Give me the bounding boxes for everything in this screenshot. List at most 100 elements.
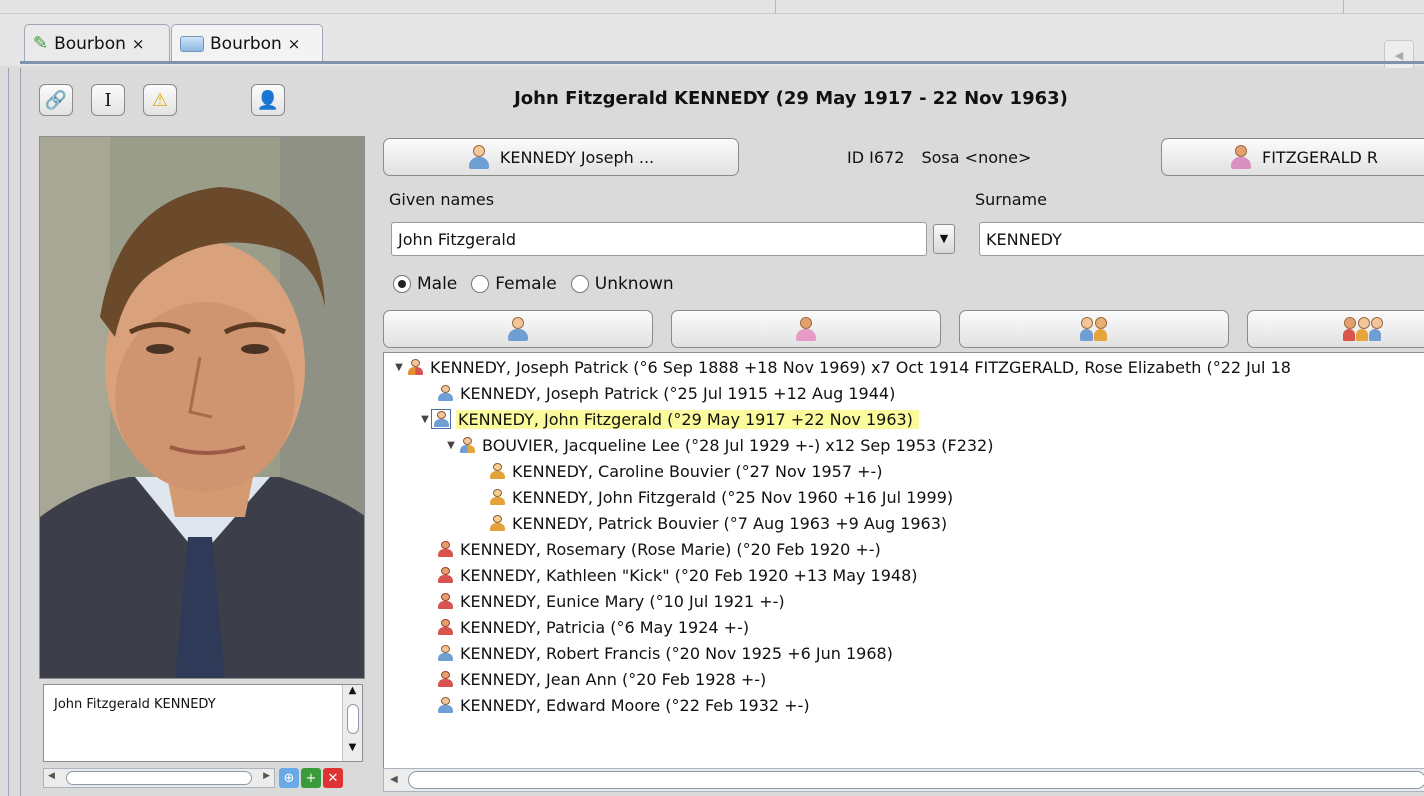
tab-scroll-left-button[interactable]: ◀	[1384, 40, 1414, 70]
tree-node-label: KENNEDY, Joseph Patrick (°25 Jul 1915 +1…	[460, 383, 896, 403]
scroll-thumb[interactable]	[408, 771, 1424, 789]
tree-node[interactable]: KENNEDY, John Fitzgerald (°25 Nov 1960 +…	[488, 485, 953, 509]
unknown-radio-label: Unknown	[594, 274, 674, 294]
tree-node[interactable]: KENNEDY, Patrick Bouvier (°7 Aug 1963 +9…	[488, 511, 947, 535]
cursor-button[interactable]: I	[91, 84, 125, 116]
collapse-toggle-icon[interactable]: ▼	[418, 414, 432, 425]
tab-strip: ✎ Bourbon × Bourbon × ◀	[0, 14, 1424, 70]
tree-node-selected[interactable]: ▼ KENNEDY, John Fitzgerald (°29 May 1917 …	[418, 407, 919, 431]
tree-node[interactable]: KENNEDY, Patricia (°6 May 1924 +-)	[436, 615, 749, 639]
tree-node[interactable]: KENNEDY, Robert Francis (°20 Nov 1925 +6…	[436, 641, 893, 665]
add-person-icon: 👤	[256, 89, 280, 111]
female-icon	[1230, 144, 1252, 170]
tree-node-label: KENNEDY, Eunice Mary (°10 Jul 1921 +-)	[460, 591, 785, 611]
female-radio-label: Female	[495, 274, 557, 294]
father-button-label: KENNEDY Joseph ...	[499, 147, 655, 167]
window-icon	[180, 35, 204, 52]
tree-node-label: KENNEDY, Robert Francis (°20 Nov 1925 +6…	[460, 643, 893, 663]
add-father-button[interactable]	[383, 310, 653, 348]
male-icon	[507, 316, 529, 342]
add-person-button[interactable]: 👤	[251, 84, 285, 116]
male-icon	[436, 384, 454, 402]
chevron-down-icon: ▼	[939, 232, 949, 245]
portrait-image	[40, 137, 364, 678]
father-button[interactable]: KENNEDY Joseph ...	[383, 138, 739, 176]
collapse-toggle-icon[interactable]: ▼	[444, 440, 458, 451]
tab-bourbon-window[interactable]: Bourbon ×	[171, 24, 323, 62]
family-tree: ▼ KENNEDY, Joseph Patrick (°6 Sep 1888 +1…	[383, 352, 1424, 792]
tree-node[interactable]: KENNEDY, Kathleen "Kick" (°20 Feb 1920 +…	[436, 563, 918, 587]
surname-label: Surname	[975, 190, 1047, 209]
pencil-icon: ✎	[33, 33, 49, 54]
tree-hscroll[interactable]: ◀	[383, 768, 1424, 792]
link-icon: 🔗	[44, 89, 68, 111]
photo-caption-text: John Fitzgerald KENNEDY	[54, 697, 216, 712]
tree-node[interactable]: KENNEDY, Joseph Patrick (°25 Jul 1915 +1…	[436, 381, 895, 405]
top-separator	[775, 0, 776, 14]
female-icon	[795, 316, 817, 342]
tree-node[interactable]: KENNEDY, Eunice Mary (°10 Jul 1921 +-)	[436, 589, 785, 613]
add-mother-button[interactable]	[671, 310, 941, 348]
couple-icon	[458, 436, 476, 454]
tree-node-label: KENNEDY, Jean Ann (°20 Feb 1928 +-)	[460, 669, 767, 689]
page-title: John Fitzgerald KENNEDY (29 May 1917 - 2…	[514, 88, 1068, 109]
close-icon[interactable]: ×	[132, 35, 145, 53]
tab-label: Bourbon	[54, 33, 126, 54]
mother-button[interactable]: FITZGERALD R	[1161, 138, 1424, 176]
scroll-left-icon[interactable]: ◀	[390, 774, 398, 785]
tree-node-label: KENNEDY, Kathleen "Kick" (°20 Feb 1920 +…	[460, 565, 918, 585]
tree-node[interactable]: KENNEDY, Rosemary (Rose Marie) (°20 Feb …	[436, 537, 881, 561]
given-names-input[interactable]: John Fitzgerald	[391, 222, 927, 256]
couple-icon	[1079, 316, 1109, 342]
tree-node[interactable]: KENNEDY, Caroline Bouvier (°27 Nov 1957 …	[488, 459, 883, 483]
given-names-label: Given names	[389, 190, 495, 209]
unknown-radio[interactable]	[570, 275, 589, 293]
individual-editor-panel: 🔗 I ⚠ 👤 John Fitzgerald KENNEDY (29 May …	[20, 68, 1424, 796]
top-bar	[0, 0, 1424, 14]
female-icon	[436, 618, 454, 636]
warning-button[interactable]: ⚠	[143, 84, 177, 116]
tab-label: Bourbon	[210, 33, 282, 54]
zoom-icon[interactable]: ⊕	[279, 768, 299, 788]
tab-underline	[20, 61, 1424, 64]
add-sibling-button[interactable]	[1247, 310, 1424, 348]
tree-node[interactable]: ▼ KENNEDY, Joseph Patrick (°6 Sep 1888 +1…	[392, 355, 1291, 379]
tree-node[interactable]: KENNEDY, Jean Ann (°20 Feb 1928 +-)	[436, 667, 766, 691]
tree-node-label: KENNEDY, Edward Moore (°22 Feb 1932 +-)	[460, 695, 810, 715]
caption-vscroll[interactable]: ▲ ▼	[342, 685, 362, 761]
tree-node[interactable]: ▼ BOUVIER, Jacqueline Lee (°28 Jul 1929 +…	[444, 433, 993, 457]
tree-node-label: KENNEDY, Joseph Patrick (°6 Sep 1888 +18…	[430, 357, 1291, 377]
given-names-dropdown-button[interactable]: ▼	[933, 224, 955, 254]
photo-caption[interactable]: John Fitzgerald KENNEDY ▲ ▼	[43, 684, 363, 762]
female-radio[interactable]	[471, 275, 490, 293]
child-male-icon	[488, 514, 506, 532]
family-icon	[406, 358, 424, 376]
tree-node-label: KENNEDY, Caroline Bouvier (°27 Nov 1957 …	[512, 461, 883, 481]
left-edge	[8, 68, 9, 796]
add-spouse-button[interactable]	[959, 310, 1229, 348]
person-photo	[39, 136, 365, 679]
sex-radio-group: Male Female Unknown	[393, 274, 674, 294]
close-icon[interactable]: ×	[288, 35, 301, 53]
surname-input[interactable]: KENNEDY	[979, 222, 1424, 256]
tree-node[interactable]: KENNEDY, Edward Moore (°22 Feb 1932 +-)	[436, 693, 810, 717]
male-radio-label: Male	[417, 274, 458, 294]
tree-node-label: KENNEDY, John Fitzgerald (°25 Nov 1960 +…	[512, 487, 954, 507]
tab-bourbon-edit[interactable]: ✎ Bourbon ×	[24, 24, 170, 62]
remove-media-icon[interactable]: ✕	[323, 768, 343, 788]
family-icon	[1342, 316, 1383, 342]
tree-node-label: BOUVIER, Jacqueline Lee (°28 Jul 1929 +-…	[482, 435, 994, 455]
male-radio[interactable]	[393, 275, 411, 293]
top-separator	[1343, 0, 1344, 14]
tree-node-label: KENNEDY, Rosemary (Rose Marie) (°20 Feb …	[460, 539, 881, 559]
add-media-icon[interactable]: +	[301, 768, 321, 788]
collapse-toggle-icon[interactable]: ▼	[392, 362, 406, 373]
male-icon	[468, 144, 490, 170]
warning-icon: ⚠	[151, 89, 169, 111]
female-icon	[436, 540, 454, 558]
photo-hscroll[interactable]: ◀ ▶	[43, 768, 275, 788]
link-button[interactable]: 🔗	[39, 84, 73, 116]
mother-button-label: FITZGERALD R	[1262, 147, 1379, 167]
child-male-icon	[488, 488, 506, 506]
male-icon	[436, 696, 454, 714]
